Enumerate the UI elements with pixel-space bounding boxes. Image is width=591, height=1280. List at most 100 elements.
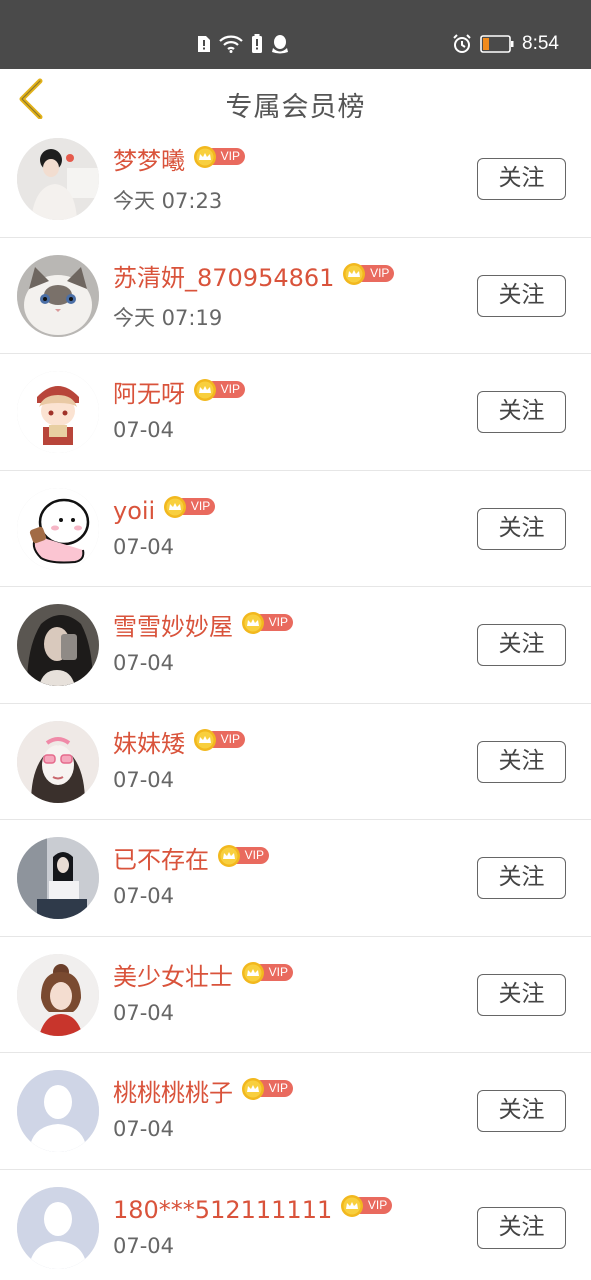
member-name[interactable]: 妹妹矮 bbox=[113, 724, 185, 764]
crown-icon bbox=[341, 1194, 364, 1217]
avatar[interactable] bbox=[17, 720, 99, 803]
vip-badge: VIP bbox=[193, 145, 247, 169]
follow-button[interactable]: 关注 bbox=[477, 274, 566, 317]
crown-icon bbox=[194, 146, 216, 168]
member-name[interactable]: 雪雪妙妙屋 bbox=[113, 607, 233, 647]
avatar-image bbox=[17, 138, 99, 220]
avatar-image bbox=[17, 720, 99, 803]
vip-badge: VIP bbox=[163, 495, 217, 519]
follow-button[interactable]: 关注 bbox=[477, 1090, 566, 1132]
qq-icon bbox=[272, 35, 288, 54]
list-item[interactable]: 美少女壮士 VIP 07-04 关注 bbox=[0, 937, 591, 1053]
sim-alert-icon bbox=[198, 36, 210, 52]
name-line: 苏清妍_870954861 VIP bbox=[113, 258, 396, 298]
avatar-image bbox=[17, 953, 99, 1036]
join-time: 07-04 bbox=[113, 1000, 175, 1025]
member-name[interactable]: yoii bbox=[113, 491, 155, 531]
vip-badge: VIP bbox=[217, 844, 271, 868]
vip-badge: VIP bbox=[241, 961, 295, 985]
crown-icon bbox=[242, 1078, 264, 1100]
list-item[interactable]: 梦梦曦 VIP 今天 07:23 关注 bbox=[0, 121, 591, 238]
avatar[interactable] bbox=[17, 487, 99, 570]
battery-icon bbox=[480, 35, 514, 53]
join-time: 07-04 bbox=[113, 534, 175, 559]
battery-saver-icon bbox=[252, 34, 262, 53]
avatar[interactable] bbox=[17, 371, 99, 453]
crown-icon bbox=[194, 379, 216, 401]
name-line: yoii VIP bbox=[113, 491, 217, 531]
join-time: 07-04 bbox=[113, 1117, 175, 1141]
list-item[interactable]: 妹妹矮 VIP 07-04 关注 bbox=[0, 704, 591, 820]
member-name[interactable]: 阿无呀 bbox=[113, 374, 185, 414]
list-item[interactable]: 雪雪妙妙屋 VIP 07-04 关注 bbox=[0, 587, 591, 704]
vip-badge: VIP bbox=[241, 611, 295, 635]
wifi-icon bbox=[219, 35, 243, 53]
crown-icon bbox=[164, 495, 187, 518]
follow-button[interactable]: 关注 bbox=[477, 973, 566, 1016]
join-time: 07-04 bbox=[113, 1233, 175, 1258]
name-line: 桃桃桃桃子 VIP bbox=[113, 1073, 295, 1113]
name-line: 阿无呀 VIP bbox=[113, 374, 247, 414]
join-time: 07-04 bbox=[113, 651, 175, 675]
page-title: 专属会员榜 bbox=[225, 92, 366, 123]
avatar[interactable] bbox=[17, 254, 99, 337]
vip-badge: VIP bbox=[193, 378, 247, 402]
vip-badge: VIP bbox=[340, 1194, 394, 1218]
member-name[interactable]: 180***512111111 bbox=[113, 1190, 332, 1230]
follow-button[interactable]: 关注 bbox=[477, 857, 566, 899]
join-time: 07-04 bbox=[113, 767, 175, 792]
follow-button[interactable]: 关注 bbox=[477, 158, 566, 200]
avatar-image bbox=[17, 487, 99, 570]
vip-badge: VIP bbox=[342, 262, 396, 286]
avatar-image bbox=[17, 1070, 99, 1152]
crown-icon bbox=[194, 728, 216, 751]
crown-icon bbox=[343, 262, 366, 285]
name-line: 梦梦曦 VIP bbox=[113, 141, 247, 181]
avatar[interactable] bbox=[17, 138, 99, 220]
name-line: 已不存在 VIP bbox=[113, 840, 271, 880]
follow-button[interactable]: 关注 bbox=[477, 624, 566, 666]
list-item[interactable]: 苏清妍_870954861 VIP 今天 07:19 关注 bbox=[0, 238, 591, 354]
status-icons-center bbox=[197, 31, 289, 57]
follow-button[interactable]: 关注 bbox=[477, 507, 566, 550]
status-time: 8:54 bbox=[522, 33, 559, 54]
list-item[interactable]: 桃桃桃桃子 VIP 07-04 关注 bbox=[0, 1053, 591, 1170]
alarm-icon bbox=[453, 34, 471, 53]
status-bar: 8:54 bbox=[0, 0, 591, 69]
avatar[interactable] bbox=[17, 953, 99, 1036]
crown-icon bbox=[218, 845, 240, 867]
avatar-image bbox=[17, 837, 99, 919]
avatar[interactable] bbox=[17, 1070, 99, 1152]
follow-button[interactable]: 关注 bbox=[477, 391, 566, 433]
member-name[interactable]: 已不存在 bbox=[113, 840, 209, 880]
list-item[interactable]: 已不存在 VIP 07-04 关注 bbox=[0, 820, 591, 937]
follow-button[interactable]: 关注 bbox=[477, 740, 566, 783]
list-item[interactable]: 180***512111111 VIP 07-04 关注 bbox=[0, 1170, 591, 1280]
avatar-image bbox=[17, 371, 99, 453]
status-icons-right: 8:54 bbox=[452, 31, 559, 57]
avatar[interactable] bbox=[17, 604, 99, 686]
member-name[interactable]: 梦梦曦 bbox=[113, 141, 185, 181]
member-list: 梦梦曦 VIP 今天 07:23 关注 苏清妍_870954861 VIP 今天… bbox=[0, 121, 591, 1280]
vip-badge: VIP bbox=[193, 728, 247, 752]
avatar-image bbox=[17, 1186, 99, 1269]
avatar[interactable] bbox=[17, 837, 99, 919]
avatar-image bbox=[17, 604, 99, 686]
member-name[interactable]: 苏清妍_870954861 bbox=[113, 258, 334, 298]
join-time: 今天 07:19 bbox=[113, 305, 223, 330]
list-item[interactable]: yoii VIP 07-04 关注 bbox=[0, 471, 591, 587]
member-name[interactable]: 美少女壮士 bbox=[113, 957, 233, 997]
crown-icon bbox=[242, 961, 264, 984]
list-item[interactable]: 阿无呀 VIP 07-04 关注 bbox=[0, 354, 591, 471]
member-name[interactable]: 桃桃桃桃子 bbox=[113, 1073, 233, 1113]
follow-button[interactable]: 关注 bbox=[477, 1206, 566, 1249]
crown-icon bbox=[242, 612, 264, 634]
avatar-image bbox=[17, 254, 99, 337]
join-time: 07-04 bbox=[113, 884, 175, 908]
vip-badge: VIP bbox=[241, 1077, 295, 1101]
join-time: 今天 07:23 bbox=[113, 189, 223, 213]
name-line: 妹妹矮 VIP bbox=[113, 724, 247, 764]
avatar[interactable] bbox=[17, 1186, 99, 1269]
join-time: 07-04 bbox=[113, 418, 175, 442]
name-line: 美少女壮士 VIP bbox=[113, 957, 295, 997]
